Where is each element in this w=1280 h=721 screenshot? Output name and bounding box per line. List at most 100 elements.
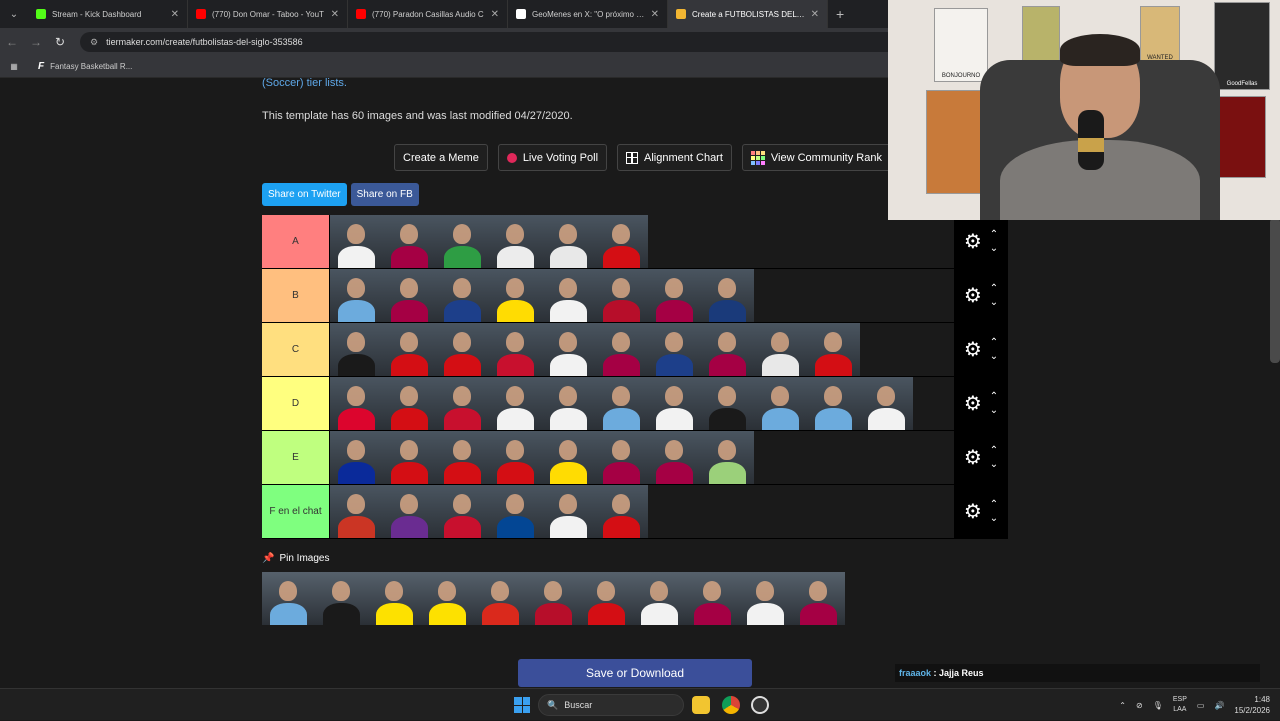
move-tier-up-icon[interactable]: ⌃ xyxy=(990,498,998,512)
mic-icon[interactable]: 🎙 xyxy=(1153,701,1163,710)
close-tab-icon[interactable]: ✕ xyxy=(331,9,339,20)
tier-settings-gear-icon[interactable]: ⚙ xyxy=(964,337,982,362)
player-image[interactable] xyxy=(754,377,807,430)
player-image[interactable] xyxy=(489,377,542,430)
tab-search-icon[interactable]: ⌄ xyxy=(0,0,28,28)
save-or-download-button[interactable]: Save or Download xyxy=(518,659,752,687)
windows-start-icon[interactable] xyxy=(514,697,530,713)
player-image[interactable] xyxy=(383,431,436,484)
display-icon[interactable]: ▭ xyxy=(1197,701,1205,710)
move-tier-up-icon[interactable]: ⌃ xyxy=(990,282,998,296)
player-image[interactable] xyxy=(330,269,383,322)
move-tier-down-icon[interactable]: ⌄ xyxy=(990,458,998,472)
back-icon[interactable]: ← xyxy=(0,35,24,49)
player-image[interactable] xyxy=(595,215,648,268)
player-image[interactable] xyxy=(489,485,542,538)
page-scrollbar[interactable] xyxy=(1270,218,1280,363)
player-image[interactable] xyxy=(489,431,542,484)
unranked-player-image[interactable] xyxy=(633,572,686,625)
tier-label[interactable]: B xyxy=(262,269,329,322)
player-image[interactable] xyxy=(701,431,754,484)
player-image[interactable] xyxy=(648,431,701,484)
language-indicator[interactable]: ESP LAA xyxy=(1173,695,1187,715)
apps-grid-icon[interactable]: ▦ xyxy=(2,62,26,71)
close-tab-icon[interactable]: ✕ xyxy=(651,9,659,20)
tier-settings-gear-icon[interactable]: ⚙ xyxy=(964,499,982,524)
share-twitter-button[interactable]: Share on Twitter xyxy=(262,183,347,206)
player-image[interactable] xyxy=(542,431,595,484)
taskbar-search[interactable]: 🔍 Buscar xyxy=(538,694,684,716)
player-image[interactable] xyxy=(648,323,701,376)
player-image[interactable] xyxy=(701,377,754,430)
pin-images-toggle[interactable]: 📌 Pin Images xyxy=(262,553,329,564)
player-image[interactable] xyxy=(489,323,542,376)
tier-settings-gear-icon[interactable]: ⚙ xyxy=(964,229,982,254)
unranked-player-image[interactable] xyxy=(421,572,474,625)
close-tab-icon[interactable]: ✕ xyxy=(171,9,179,20)
file-explorer-icon[interactable] xyxy=(692,696,710,714)
unranked-player-image[interactable] xyxy=(262,572,315,625)
close-tab-icon[interactable]: ✕ xyxy=(491,9,499,20)
player-image[interactable] xyxy=(436,269,489,322)
tier-label[interactable]: A xyxy=(262,215,329,268)
player-image[interactable] xyxy=(542,323,595,376)
create-meme-button[interactable]: Create a Meme xyxy=(394,144,488,171)
player-image[interactable] xyxy=(489,215,542,268)
move-tier-down-icon[interactable]: ⌄ xyxy=(990,350,998,364)
player-image[interactable] xyxy=(436,377,489,430)
player-image[interactable] xyxy=(595,485,648,538)
url-field[interactable]: ⚙ tiermaker.com/create/futbolistas-del-s… xyxy=(80,32,940,52)
obs-icon[interactable] xyxy=(751,696,769,714)
player-image[interactable] xyxy=(383,215,436,268)
player-image[interactable] xyxy=(436,215,489,268)
player-image[interactable] xyxy=(754,323,807,376)
view-community-rank-button[interactable]: View Community Rank xyxy=(741,144,891,171)
move-tier-up-icon[interactable]: ⌃ xyxy=(990,444,998,458)
move-tier-down-icon[interactable]: ⌄ xyxy=(990,404,998,418)
site-info-icon[interactable]: ⚙ xyxy=(90,37,98,48)
player-image[interactable] xyxy=(595,431,648,484)
close-tab-icon[interactable]: ✕ xyxy=(811,9,819,20)
tray-overflow-icon[interactable]: ⌃ xyxy=(1119,701,1126,710)
player-image[interactable] xyxy=(807,377,860,430)
player-image[interactable] xyxy=(542,269,595,322)
tier-label[interactable]: E xyxy=(262,431,329,484)
new-tab-button[interactable]: + xyxy=(836,6,844,22)
move-tier-up-icon[interactable]: ⌃ xyxy=(990,390,998,404)
network-icon[interactable]: ⊘ xyxy=(1136,701,1143,710)
player-image[interactable] xyxy=(330,323,383,376)
player-image[interactable] xyxy=(436,431,489,484)
player-image[interactable] xyxy=(595,323,648,376)
player-image[interactable] xyxy=(595,377,648,430)
player-image[interactable] xyxy=(542,377,595,430)
player-image[interactable] xyxy=(595,269,648,322)
tier-label[interactable]: C xyxy=(262,323,329,376)
unranked-player-image[interactable] xyxy=(527,572,580,625)
browser-tab[interactable]: (770) Don Omar - Taboo - YouT ✕ xyxy=(188,0,348,28)
player-image[interactable] xyxy=(542,485,595,538)
player-image[interactable] xyxy=(383,269,436,322)
unranked-player-image[interactable] xyxy=(315,572,368,625)
player-image[interactable] xyxy=(436,323,489,376)
player-image[interactable] xyxy=(648,269,701,322)
unranked-player-image[interactable] xyxy=(474,572,527,625)
move-tier-down-icon[interactable]: ⌄ xyxy=(990,512,998,526)
move-tier-up-icon[interactable]: ⌃ xyxy=(990,228,998,242)
tier-settings-gear-icon[interactable]: ⚙ xyxy=(964,283,982,308)
alignment-chart-button[interactable]: Alignment Chart xyxy=(617,144,732,171)
player-image[interactable] xyxy=(436,485,489,538)
player-image[interactable] xyxy=(330,215,383,268)
move-tier-up-icon[interactable]: ⌃ xyxy=(990,336,998,350)
player-image[interactable] xyxy=(383,323,436,376)
unranked-player-image[interactable] xyxy=(686,572,739,625)
forward-icon[interactable]: → xyxy=(24,35,48,49)
player-image[interactable] xyxy=(489,269,542,322)
soccer-tier-lists-link[interactable]: (Soccer) tier lists. xyxy=(262,78,347,89)
player-image[interactable] xyxy=(701,323,754,376)
player-image[interactable] xyxy=(701,269,754,322)
browser-tab[interactable]: Stream - Kick Dashboard ✕ xyxy=(28,0,188,28)
bookmark-fantasy-basketball[interactable]: F Fantasy Basketball R... xyxy=(38,61,132,72)
unranked-player-image[interactable] xyxy=(792,572,845,625)
clock[interactable]: 1:48 15/2/2026 xyxy=(1234,694,1270,716)
player-image[interactable] xyxy=(330,485,383,538)
